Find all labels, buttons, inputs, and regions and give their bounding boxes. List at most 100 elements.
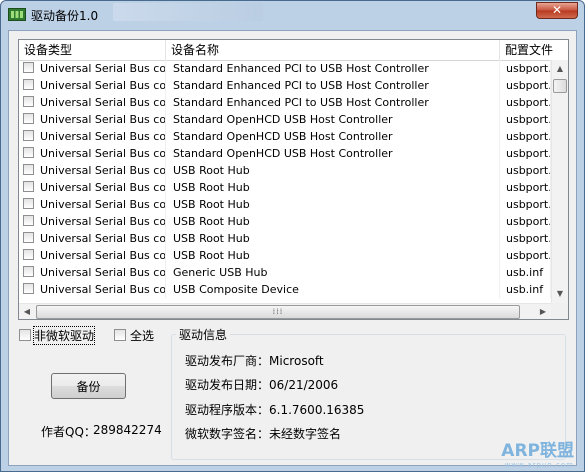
publisher-value: Microsoft — [269, 354, 324, 368]
cell-device-name: USB Root Hub — [166, 162, 500, 179]
cell-config-file: usb.inf — [500, 264, 551, 281]
cell-device-name: USB Root Hub — [166, 230, 500, 247]
table-row[interactable]: Universal Serial Bus con...USB Root Hubu… — [19, 230, 551, 247]
row-checkbox[interactable] — [23, 249, 34, 260]
table-row[interactable]: Universal Serial Bus con...Standard Enha… — [19, 77, 551, 94]
table-row[interactable]: Universal Serial Bus con...Standard Enha… — [19, 94, 551, 111]
select-all-label[interactable]: 全选 — [130, 327, 154, 344]
horizontal-scrollbar[interactable]: ◀ ⁞⁞⁞ ▶ — [19, 303, 551, 319]
row-checkbox[interactable] — [23, 283, 34, 294]
cell-device-name: USB Root Hub — [166, 213, 500, 230]
version-row: 驱动程序版本：6.1.7600.16385 — [185, 401, 364, 418]
window-title: 驱动备份1.0 — [31, 9, 99, 23]
row-checkbox[interactable] — [23, 147, 34, 158]
cell-device-type: Universal Serial Bus con... — [37, 162, 166, 179]
non-ms-driver-label[interactable]: 非微软驱动 — [32, 326, 96, 345]
column-header-device-name[interactable]: 设备名称 — [166, 40, 500, 60]
title-bar[interactable]: 驱动备份1.0 ✕ — [1, 1, 584, 29]
scroll-down-icon[interactable]: ▼ — [552, 286, 568, 302]
table-row[interactable]: Universal Serial Bus con...Standard Enha… — [19, 60, 551, 77]
table-row[interactable]: Universal Serial Bus con...USB Root Hubu… — [19, 196, 551, 213]
cell-device-type: Universal Serial Bus con... — [37, 145, 166, 162]
column-header-device-type[interactable]: 设备类型 — [19, 40, 166, 60]
row-checkbox[interactable] — [23, 215, 34, 226]
cell-config-file: usbport.inf — [500, 247, 551, 264]
cell-device-type: Universal Serial Bus con... — [37, 60, 166, 77]
table-row[interactable]: Universal Serial Bus con...USB Root Hubu… — [19, 179, 551, 196]
horizontal-scroll-thumb[interactable]: ⁞⁞⁞ — [36, 305, 520, 319]
cell-device-name: USB Composite Device — [166, 281, 500, 298]
scroll-up-icon[interactable]: ▲ — [552, 61, 568, 77]
non-ms-driver-checkbox[interactable] — [19, 329, 31, 341]
cell-config-file: usbport.inf — [500, 60, 551, 77]
cell-device-type: Universal Serial Bus con... — [37, 77, 166, 94]
row-checkbox[interactable] — [23, 96, 34, 107]
table-row[interactable]: Universal Serial Bus con...USB Composite… — [19, 281, 551, 298]
cell-config-file: usbport.inf — [500, 213, 551, 230]
date-value: 06/21/2006 — [269, 378, 339, 392]
signature-value: 未经数字签名 — [269, 427, 342, 441]
signature-row: 微软数字签名：未经数字签名 — [185, 425, 341, 442]
select-all-checkbox[interactable] — [114, 329, 126, 341]
scroll-corner — [551, 303, 568, 319]
cell-device-type: Universal Serial Bus con... — [37, 179, 166, 196]
cell-device-name: Standard Enhanced PCI to USB Host Contro… — [166, 94, 500, 111]
cell-config-file: usbport.inf — [500, 162, 551, 179]
table-row[interactable]: Universal Serial Bus con...Standard Open… — [19, 111, 551, 128]
watermark-url: www.arpun.com — [504, 461, 574, 469]
row-checkbox[interactable] — [23, 79, 34, 90]
watermark-text: ARP联盟 — [501, 441, 574, 461]
client-area: 设备类型 设备名称 配置文件 Universal Serial Bus con.… — [8, 30, 577, 466]
row-checkbox[interactable] — [23, 232, 34, 243]
cell-device-type: Universal Serial Bus con... — [37, 213, 166, 230]
backup-button[interactable]: 备份 — [51, 373, 126, 399]
cell-device-name: Standard OpenHCD USB Host Controller — [166, 111, 500, 128]
cell-device-name: USB Root Hub — [166, 179, 500, 196]
version-label: 驱动程序版本： — [185, 403, 270, 417]
driver-info-title: 驱动信息 — [176, 326, 231, 343]
row-checkbox[interactable] — [23, 266, 34, 277]
cell-device-type: Universal Serial Bus con... — [37, 281, 166, 298]
date-label: 驱动发布日期： — [185, 378, 270, 392]
cell-device-name: Standard Enhanced PCI to USB Host Contro… — [166, 77, 500, 94]
cell-config-file: usbport.inf — [500, 145, 551, 162]
background-window-ghost — [113, 3, 263, 21]
row-checkbox[interactable] — [23, 164, 34, 175]
row-checkbox[interactable] — [23, 130, 34, 141]
cell-config-file: usbport.inf — [500, 230, 551, 247]
cell-device-name: Standard OpenHCD USB Host Controller — [166, 145, 500, 162]
version-value: 6.1.7600.16385 — [269, 403, 365, 417]
table-row[interactable]: Universal Serial Bus con...USB Root Hubu… — [19, 247, 551, 264]
row-checkbox[interactable] — [23, 62, 34, 73]
cell-config-file: usb.inf — [500, 281, 551, 298]
scroll-left-icon[interactable]: ◀ — [19, 304, 35, 319]
cell-device-type: Universal Serial Bus con... — [37, 196, 166, 213]
table-row[interactable]: Universal Serial Bus con...Generic USB H… — [19, 264, 551, 281]
author-label: 作者QQ： — [41, 425, 96, 439]
column-header-config-file[interactable]: 配置文件 — [500, 40, 568, 60]
cell-device-type: Universal Serial Bus con... — [37, 230, 166, 247]
table-row[interactable]: Universal Serial Bus con...Standard Open… — [19, 145, 551, 162]
cell-device-name: Standard Enhanced PCI to USB Host Contro… — [166, 60, 500, 77]
row-checkbox[interactable] — [23, 113, 34, 124]
cell-device-name: Standard OpenHCD USB Host Controller — [166, 128, 500, 145]
cell-config-file: usbport.inf — [500, 179, 551, 196]
author-qq: 289842274 — [93, 423, 162, 437]
cell-device-type: Universal Serial Bus con... — [37, 128, 166, 145]
cell-config-file: usbport.inf — [500, 111, 551, 128]
table-row[interactable]: Universal Serial Bus con...USB Root Hubu… — [19, 162, 551, 179]
cell-config-file: usbport.inf — [500, 196, 551, 213]
cell-device-name: USB Root Hub — [166, 247, 500, 264]
watermark-logo: ARP联盟 www.arpun.com — [501, 436, 574, 469]
vertical-scroll-thumb[interactable] — [553, 79, 567, 93]
scroll-right-icon[interactable]: ▶ — [535, 304, 551, 319]
close-button[interactable]: ✕ — [536, 2, 578, 19]
row-checkbox[interactable] — [23, 181, 34, 192]
vertical-scrollbar[interactable]: ▲ ▼ — [551, 60, 568, 303]
cell-config-file: usbport.inf — [500, 77, 551, 94]
cell-device-name: USB Root Hub — [166, 196, 500, 213]
device-list[interactable]: 设备类型 设备名称 配置文件 Universal Serial Bus con.… — [18, 39, 569, 320]
table-row[interactable]: Universal Serial Bus con...Standard Open… — [19, 128, 551, 145]
table-row[interactable]: Universal Serial Bus con...USB Root Hubu… — [19, 213, 551, 230]
row-checkbox[interactable] — [23, 198, 34, 209]
